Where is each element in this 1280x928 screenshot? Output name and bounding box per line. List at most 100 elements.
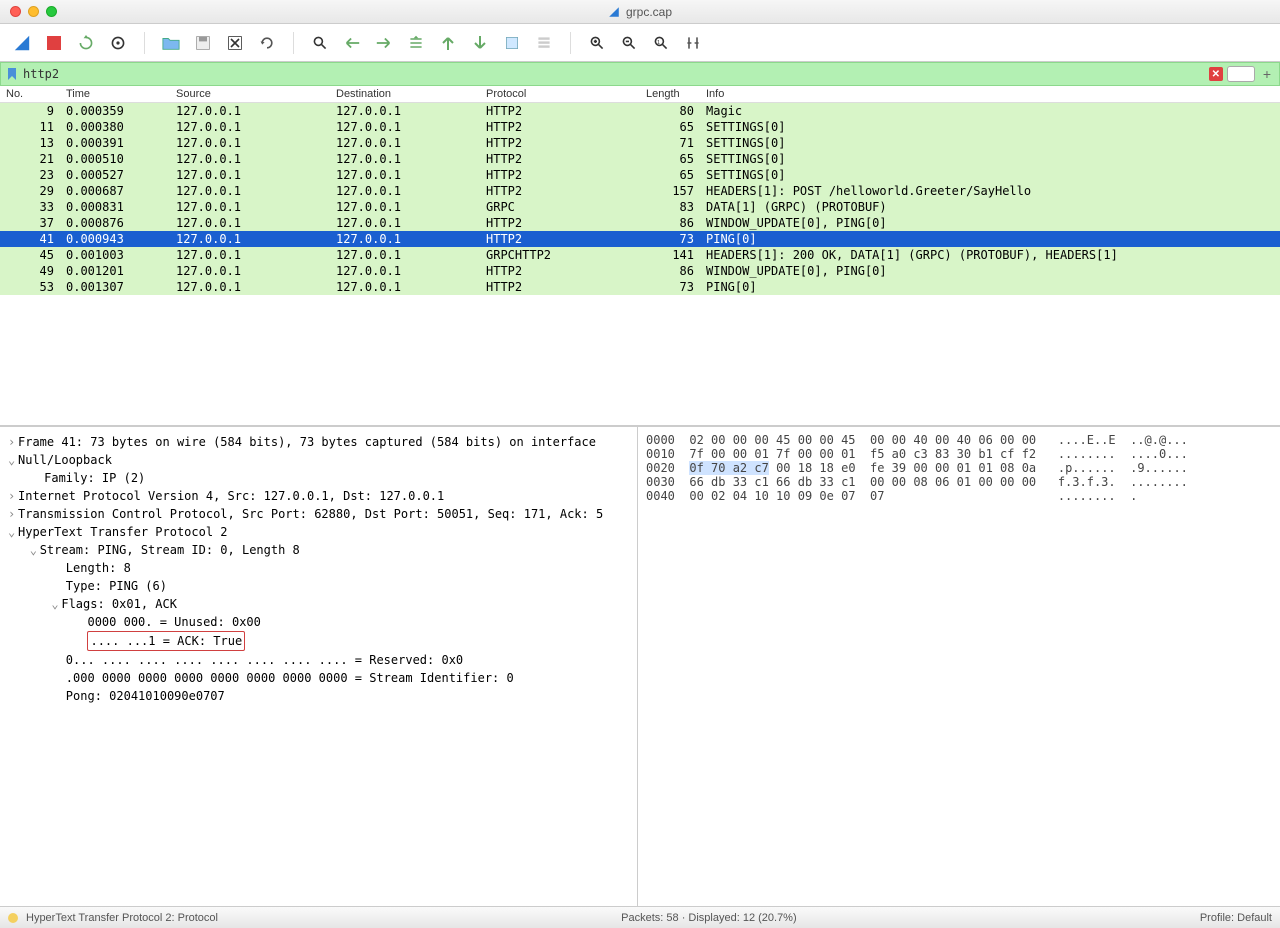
go-to-packet-button[interactable] <box>406 33 426 53</box>
auto-scroll-button[interactable] <box>502 33 522 53</box>
go-previous-button[interactable] <box>342 33 362 53</box>
cell-info: Magic <box>700 103 1280 119</box>
packet-row[interactable]: 210.000510127.0.0.1127.0.0.1HTTP265SETTI… <box>0 151 1280 167</box>
status-profile[interactable]: Profile: Default <box>1200 912 1272 924</box>
cell-no: 49 <box>0 263 60 279</box>
detail-ip[interactable]: Internet Protocol Version 4, Src: 127.0.… <box>18 489 444 503</box>
col-no[interactable]: No. <box>0 86 60 102</box>
cell-length: 157 <box>640 183 700 199</box>
cell-length: 65 <box>640 119 700 135</box>
packet-row[interactable]: 490.001201127.0.0.1127.0.0.1HTTP286WINDO… <box>0 263 1280 279</box>
capture-options-button[interactable] <box>108 33 128 53</box>
display-filter-bar: ✕ + <box>0 62 1280 86</box>
cell-info: PING[0] <box>700 231 1280 247</box>
packet-row[interactable]: 230.000527127.0.0.1127.0.0.1HTTP265SETTI… <box>0 167 1280 183</box>
expert-info-button[interactable] <box>8 913 18 923</box>
reload-button[interactable] <box>257 33 277 53</box>
zoom-out-button[interactable] <box>619 33 639 53</box>
stop-capture-button[interactable] <box>44 33 64 53</box>
window-title: grpc.cap <box>608 5 672 19</box>
go-first-button[interactable] <box>438 33 458 53</box>
bookmark-icon[interactable] <box>5 67 19 81</box>
detail-http2[interactable]: HyperText Transfer Protocol 2 <box>18 525 228 539</box>
colorize-button[interactable] <box>534 33 554 53</box>
hex-bytes: 7f 00 00 01 7f 00 00 01 f5 a0 c3 83 30 b… <box>689 447 1036 461</box>
cell-info: HEADERS[1]: 200 OK, DATA[1] (GRPC) (PROT… <box>700 247 1280 263</box>
restart-capture-button[interactable] <box>76 33 96 53</box>
add-filter-button[interactable]: + <box>1259 66 1275 82</box>
detail-reserved[interactable]: 0... .... .... .... .... .... .... .... … <box>66 653 463 667</box>
status-left: HyperText Transfer Protocol 2: Protocol <box>8 912 218 924</box>
zoom-reset-button[interactable]: 1 <box>651 33 671 53</box>
clear-filter-button[interactable]: ✕ <box>1209 67 1223 81</box>
packet-row[interactable]: 530.001307127.0.0.1127.0.0.1HTTP273PING[… <box>0 279 1280 295</box>
col-destination[interactable]: Destination <box>330 86 480 102</box>
cell-no: 13 <box>0 135 60 151</box>
cell-source: 127.0.0.1 <box>170 231 330 247</box>
detail-family[interactable]: Family: IP (2) <box>44 471 145 485</box>
cell-no: 37 <box>0 215 60 231</box>
detail-tcp[interactable]: Transmission Control Protocol, Src Port:… <box>18 507 603 521</box>
packet-row[interactable]: 410.000943127.0.0.1127.0.0.1HTTP273PING[… <box>0 231 1280 247</box>
go-last-button[interactable] <box>470 33 490 53</box>
toolbar-separator <box>570 32 571 54</box>
packet-details-pane[interactable]: ›Frame 41: 73 bytes on wire (584 bits), … <box>0 427 638 906</box>
detail-stream[interactable]: Stream: PING, Stream ID: 0, Length 8 <box>40 543 300 557</box>
hex-offset: 0000 <box>646 433 675 447</box>
close-file-button[interactable] <box>225 33 245 53</box>
resize-columns-button[interactable] <box>683 33 703 53</box>
cell-source: 127.0.0.1 <box>170 215 330 231</box>
packet-row[interactable]: 130.000391127.0.0.1127.0.0.1HTTP271SETTI… <box>0 135 1280 151</box>
cell-time: 0.001201 <box>60 263 170 279</box>
packet-row[interactable]: 370.000876127.0.0.1127.0.0.1HTTP286WINDO… <box>0 215 1280 231</box>
detail-pong[interactable]: Pong: 02041010090e0707 <box>66 689 225 703</box>
col-protocol[interactable]: Protocol <box>480 86 640 102</box>
packet-row[interactable]: 290.000687127.0.0.1127.0.0.1HTTP2157HEAD… <box>0 183 1280 199</box>
find-packet-button[interactable] <box>310 33 330 53</box>
col-time[interactable]: Time <box>60 86 170 102</box>
packet-row[interactable]: 110.000380127.0.0.1127.0.0.1HTTP265SETTI… <box>0 119 1280 135</box>
save-file-button[interactable] <box>193 33 213 53</box>
cell-source: 127.0.0.1 <box>170 135 330 151</box>
col-length[interactable]: Length <box>640 86 700 102</box>
open-file-button[interactable] <box>161 33 181 53</box>
detail-ack-flag[interactable]: .... ...1 = ACK: True <box>87 631 245 651</box>
display-filter-input[interactable] <box>23 67 1209 81</box>
minimize-window-button[interactable] <box>28 6 39 17</box>
cell-destination: 127.0.0.1 <box>330 263 480 279</box>
cell-source: 127.0.0.1 <box>170 263 330 279</box>
cell-info: WINDOW_UPDATE[0], PING[0] <box>700 263 1280 279</box>
packet-row[interactable]: 450.001003127.0.0.1127.0.0.1GRPCHTTP2141… <box>0 247 1280 263</box>
cell-time: 0.000359 <box>60 103 170 119</box>
cell-destination: 127.0.0.1 <box>330 151 480 167</box>
detail-unused[interactable]: 0000 000. = Unused: 0x00 <box>87 615 260 629</box>
packet-row[interactable]: 90.000359127.0.0.1127.0.0.1HTTP280Magic <box>0 103 1280 119</box>
status-packet-counts: Packets: 58 · Displayed: 12 (20.7%) <box>228 912 1190 924</box>
detail-flags[interactable]: Flags: 0x01, ACK <box>61 597 177 611</box>
lower-panes: ›Frame 41: 73 bytes on wire (584 bits), … <box>0 426 1280 906</box>
maximize-window-button[interactable] <box>46 6 57 17</box>
cell-time: 0.000510 <box>60 151 170 167</box>
close-window-button[interactable] <box>10 6 21 17</box>
col-info[interactable]: Info <box>700 86 1280 102</box>
cell-info: SETTINGS[0] <box>700 167 1280 183</box>
cell-length: 73 <box>640 279 700 295</box>
detail-stream-id[interactable]: .000 0000 0000 0000 0000 0000 0000 0000 … <box>66 671 514 685</box>
packet-row[interactable]: 330.000831127.0.0.1127.0.0.1GRPC83DATA[1… <box>0 199 1280 215</box>
go-next-button[interactable] <box>374 33 394 53</box>
hex-ascii: ........ . <box>1058 489 1137 503</box>
cell-destination: 127.0.0.1 <box>330 215 480 231</box>
detail-frame[interactable]: Frame 41: 73 bytes on wire (584 bits), 7… <box>18 435 596 449</box>
detail-null-loopback[interactable]: Null/Loopback <box>18 453 112 467</box>
cell-length: 86 <box>640 215 700 231</box>
filter-history-dropdown[interactable] <box>1227 66 1255 82</box>
shark-fin-icon[interactable] <box>12 33 32 53</box>
detail-type[interactable]: Type: PING (6) <box>66 579 167 593</box>
hex-offset: 0040 <box>646 489 675 503</box>
zoom-in-button[interactable] <box>587 33 607 53</box>
col-source[interactable]: Source <box>170 86 330 102</box>
hex-bytes: 66 db 33 c1 66 db 33 c1 00 00 08 06 01 0… <box>689 475 1036 489</box>
detail-length[interactable]: Length: 8 <box>66 561 131 575</box>
packet-list-pane[interactable]: No. Time Source Destination Protocol Len… <box>0 86 1280 426</box>
packet-bytes-pane[interactable]: 0000 02 00 00 00 45 00 00 45 00 00 40 00… <box>638 427 1280 906</box>
